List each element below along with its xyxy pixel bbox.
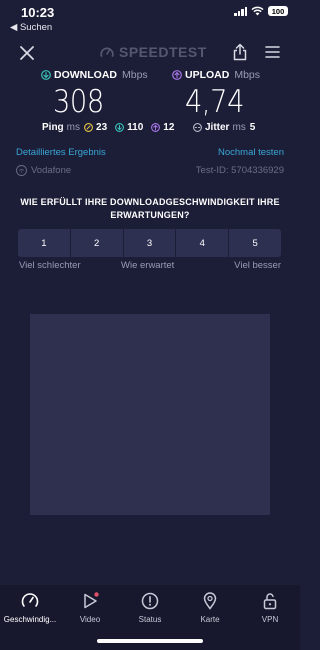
upload-arrow-icon — [172, 70, 182, 80]
cellular-signal-icon — [234, 6, 247, 16]
ping-upload-value: 12 — [163, 122, 175, 133]
menu-icon[interactable] — [265, 45, 280, 59]
download-label: DOWNLOAD — [54, 69, 117, 81]
status-time: 10:23 — [21, 5, 55, 20]
rating-button-2[interactable]: 2 — [70, 229, 124, 257]
download-header: DOWNLOAD Mbps — [41, 69, 148, 81]
home-indicator[interactable] — [97, 639, 203, 643]
jitter-icon — [193, 123, 202, 132]
upload-value: 4,74 — [185, 84, 244, 120]
lock-icon — [263, 593, 277, 610]
notification-badge — [94, 592, 99, 597]
upload-unit: Mbps — [234, 69, 261, 81]
ad-placeholder[interactable] — [30, 314, 270, 515]
upload-header: UPLOAD Mbps — [172, 69, 260, 81]
battery-icon: 100 — [268, 6, 288, 16]
bottom-tab-bar: Geschwindig... Video Status Karte VPN — [0, 585, 300, 650]
download-ping-icon — [115, 123, 125, 132]
rating-scale: 1 2 3 4 5 — [18, 229, 281, 257]
wifi-icon — [251, 6, 264, 16]
logo-text: SPEEDTEST — [119, 44, 207, 60]
tab-speed-label: Geschwindig... — [3, 615, 57, 624]
speedometer-logo-icon — [100, 47, 114, 57]
jitter-value: 5 — [249, 122, 256, 133]
rating-label-high: Viel besser — [234, 260, 281, 271]
ping-unit: ms — [66, 122, 81, 133]
provider-info: Vodafone — [16, 165, 71, 176]
tab-map[interactable]: Karte — [180, 592, 240, 624]
speed-gauge-icon — [21, 593, 39, 607]
share-icon[interactable] — [232, 43, 248, 61]
rating-button-4[interactable]: 4 — [176, 229, 230, 257]
test-again-link[interactable]: Nochmal testen — [218, 147, 284, 158]
tab-map-label: Karte — [200, 615, 220, 624]
idle-ping-icon — [84, 123, 93, 132]
provider-name: Vodafone — [31, 165, 72, 176]
close-icon[interactable] — [18, 44, 36, 62]
ping-idle-value: 23 — [96, 122, 108, 133]
tab-video[interactable]: Video — [60, 592, 120, 624]
speedtest-logo: SPEEDTEST — [100, 44, 207, 60]
rating-button-3[interactable]: 3 — [123, 229, 177, 257]
status-icons: 100 — [234, 6, 288, 16]
upload-ping-icon — [151, 123, 161, 132]
rating-label-mid: Wie erwartet — [121, 260, 175, 271]
alert-icon — [141, 592, 159, 610]
jitter-row: Jitter ms 5 — [193, 122, 255, 133]
tab-status[interactable]: Status — [120, 592, 180, 624]
tab-video-label: Video — [79, 615, 101, 624]
app-header: SPEEDTEST — [0, 40, 300, 66]
ping-label: Ping — [42, 122, 64, 133]
rating-button-5[interactable]: 5 — [229, 229, 281, 257]
detailed-result-link[interactable]: Detailliertes Ergebnis — [16, 147, 106, 158]
wifi-provider-icon — [16, 165, 27, 176]
tab-speed[interactable]: Geschwindig... — [0, 592, 60, 624]
tab-vpn-label: VPN — [261, 615, 279, 624]
download-arrow-icon — [41, 70, 51, 80]
rating-button-1[interactable]: 1 — [18, 229, 71, 257]
upload-label: UPLOAD — [185, 69, 230, 81]
jitter-label: Jitter — [205, 122, 230, 133]
ping-download-value: 110 — [127, 122, 144, 133]
ping-row: Ping ms 23 110 12 — [42, 122, 182, 133]
test-id: Test-ID: 5704336929 — [195, 165, 284, 176]
play-icon — [84, 592, 99, 609]
download-unit: Mbps — [122, 69, 148, 81]
map-pin-icon — [203, 592, 217, 610]
tab-vpn[interactable]: VPN — [240, 592, 300, 624]
rating-label-low: Viel schlechter — [19, 260, 81, 271]
download-value: 308 — [53, 84, 104, 120]
survey-question: WIE ERFÜLLT IHRE DOWNLOADGESCHWINDIGKEIT… — [20, 197, 280, 220]
jitter-unit: ms — [232, 122, 246, 133]
status-bar: 10:23 ◀ Suchen 100 — [0, 0, 300, 38]
back-to-search-link[interactable]: ◀ Suchen — [10, 22, 52, 33]
tab-status-label: Status — [138, 615, 162, 624]
